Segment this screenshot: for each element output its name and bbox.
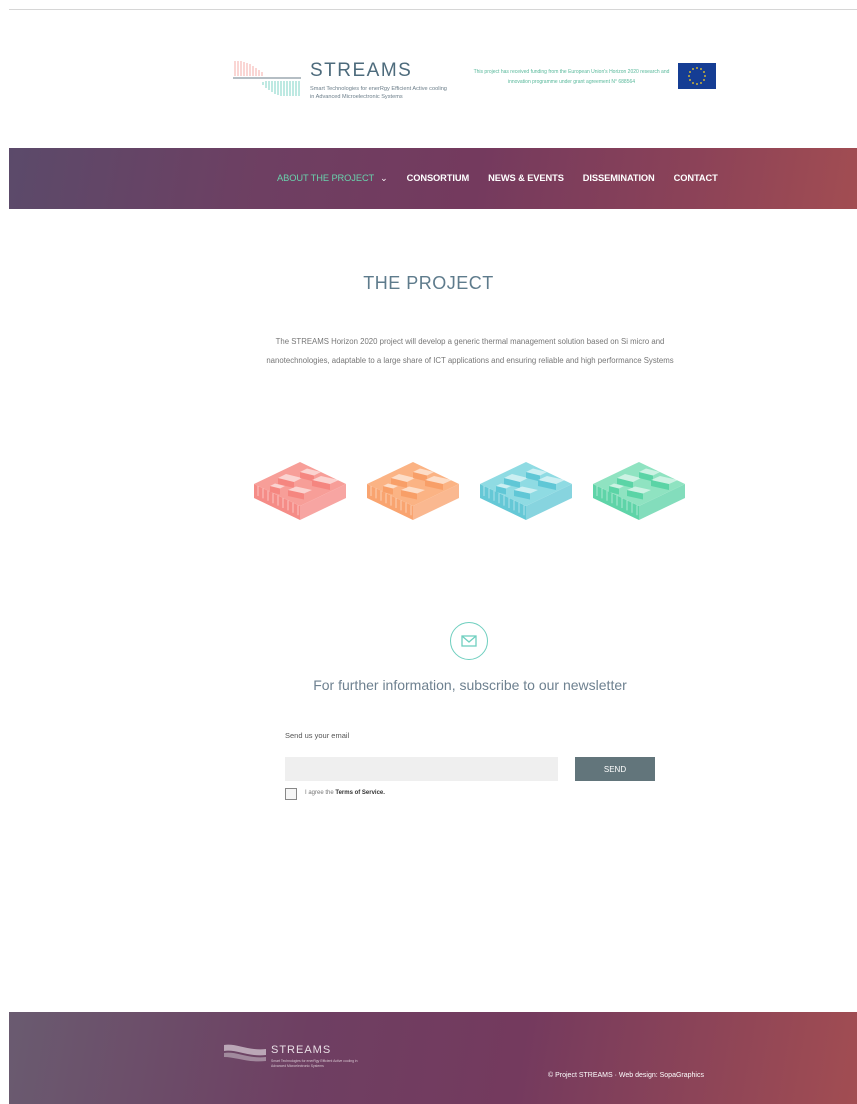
nav-item-label: DISSEMINATION: [582, 173, 655, 183]
footer-brand-name: STREAMS: [271, 1044, 332, 1056]
chip-illustration: [254, 462, 346, 520]
site-logo[interactable]: STREAMS Smart Technologies for enerRgy E…: [233, 56, 447, 106]
envelope-icon: [461, 635, 477, 647]
project-intro: The STREAMS Horizon 2020 project will de…: [266, 337, 674, 365]
site-footer: STREAMS Smart Technologies for enerRgy E…: [9, 1012, 857, 1104]
terms-prefix: I agree the: [305, 790, 334, 796]
chip-illustration: [593, 462, 685, 520]
terms-agreement: I agree the Terms of Service.: [305, 790, 385, 796]
nav-item-consortium[interactable]: CONSORTIUM: [407, 173, 470, 184]
nav-item-about-the-project[interactable]: ABOUT THE PROJECT ⌄: [277, 173, 388, 184]
chip-illustration: [480, 462, 572, 520]
email-input[interactable]: [285, 757, 558, 781]
nav-item-news-events[interactable]: NEWS & EVENTS: [488, 173, 564, 184]
terms-checkbox[interactable]: [285, 788, 297, 800]
footer-logo-icon: [224, 1044, 266, 1062]
microchip-illustration: [228, 436, 716, 544]
page-title: THE PROJECT: [363, 273, 494, 293]
brand-name: STREAMS: [310, 60, 413, 81]
streams-logo-icon: [233, 61, 301, 96]
footer-copyright: © Project STREAMS · Web design: SopaGrap…: [548, 1072, 704, 1079]
nav-item-contact[interactable]: CONTACT: [674, 173, 718, 184]
funding-notice: This project has received funding from t…: [473, 69, 670, 85]
brand-tagline: Smart Technologies for enerRgy Efficient…: [310, 86, 447, 100]
terms-link[interactable]: Terms of Service.: [335, 790, 385, 796]
email-label: Send us your email: [285, 731, 350, 740]
nav-item-label: NEWS & EVENTS: [488, 173, 564, 183]
eu-flag-icon: [678, 63, 716, 89]
footer-brand-tagline: Smart Technologies for enerRgy Efficient…: [271, 1059, 358, 1068]
top-divider: [9, 9, 857, 10]
newsletter-heading: For further information, subscribe to ou…: [313, 677, 627, 693]
send-button[interactable]: SEND: [575, 757, 655, 781]
chip-illustration: [367, 462, 459, 520]
nav-item-dissemination[interactable]: DISSEMINATION: [583, 173, 655, 184]
nav-item-label: CONTACT: [673, 173, 718, 183]
chevron-down-icon[interactable]: ⌄: [380, 173, 388, 184]
newsletter-badge: [450, 622, 488, 660]
nav-item-label: ABOUT THE PROJECT: [277, 173, 375, 183]
main-navigation: ABOUT THE PROJECT ⌄ CONSORTIUM NEWS & EVE…: [9, 148, 857, 209]
nav-item-label: CONSORTIUM: [406, 173, 470, 183]
